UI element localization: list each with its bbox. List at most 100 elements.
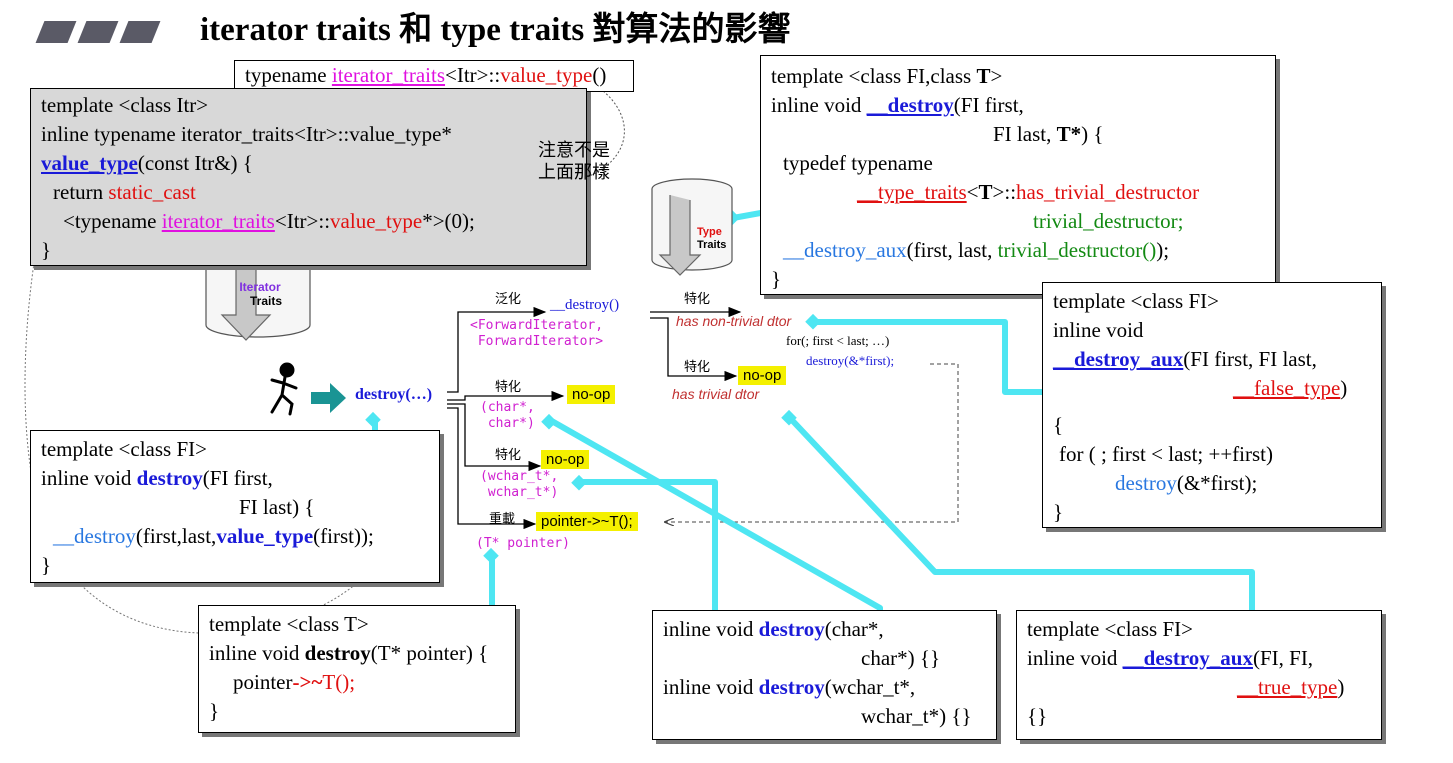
iterator-traits-l1: Iterator bbox=[239, 280, 281, 294]
dg-l5-t: T bbox=[978, 180, 993, 204]
vt-line-2: inline typename iterator_traits<Itr>::va… bbox=[41, 122, 452, 146]
trivial-label: has trivial dtor bbox=[672, 386, 760, 402]
dr-line-5: } bbox=[41, 553, 52, 577]
dat-l2-a: inline void bbox=[1027, 646, 1123, 670]
dp-line-1: template <class T> bbox=[209, 612, 369, 636]
box-destroy-range: template <class FI> inline void destroy(… bbox=[30, 430, 440, 583]
note-not-above: 注意不是 上面那樣 bbox=[538, 140, 610, 184]
vt-l5-a: <typename bbox=[63, 209, 162, 233]
vt-line-3-rest: (const Itr&) { bbox=[137, 151, 253, 175]
dr-line-3: FI last) { bbox=[239, 495, 315, 519]
dr-fn-name: destroy bbox=[136, 466, 203, 490]
box-value-type: template <class Itr> inline typename ite… bbox=[30, 88, 587, 266]
daf-l4-p: ) bbox=[1340, 376, 1348, 400]
generic-args: <ForwardIterator, ForwardIterator> bbox=[470, 318, 604, 349]
vt-line-3: value_type(const Itr&) { bbox=[41, 149, 576, 178]
daf-line-4: __false_type) bbox=[1053, 374, 1371, 403]
vt-l5-c: *>(0); bbox=[422, 209, 475, 233]
dr-l4-a: (first,last, bbox=[135, 524, 217, 548]
dr-line-2: inline void destroy(FI first, bbox=[41, 464, 429, 493]
dc-l1-fn: destroy bbox=[758, 617, 825, 641]
dg-l1-b: > bbox=[990, 64, 1003, 88]
destroy-call: destroy(…) bbox=[355, 386, 433, 403]
dg-line-4: typedef typename bbox=[783, 151, 933, 175]
noop-trivial: no-op bbox=[738, 366, 787, 385]
note-line-1: 注意不是 bbox=[538, 140, 610, 161]
dg-line-3: FI last, T*) { bbox=[771, 120, 1265, 149]
dc-l1-b: (char*, bbox=[824, 617, 884, 641]
daf-false-type: __false_type bbox=[1233, 376, 1341, 400]
dr-l4-vt: value_type bbox=[216, 524, 314, 548]
dg-l5-traits: __type_traits bbox=[857, 180, 967, 204]
vt-line-4: return static_cast bbox=[41, 178, 576, 207]
dc-l3-b: (wchar_t*, bbox=[824, 675, 916, 699]
dg-line-2: inline void __destroy(FI first, bbox=[771, 91, 1265, 120]
dg-l5-a: < bbox=[966, 180, 979, 204]
daf-line-7: destroy(&*first); bbox=[1053, 469, 1371, 498]
dr-l2-a: inline void bbox=[41, 466, 137, 490]
daf-line-5: { bbox=[1053, 413, 1064, 437]
dp-l2-a: inline void bbox=[209, 641, 305, 665]
dg-fn-name: __destroy bbox=[866, 93, 954, 117]
dp-l3-a: pointer bbox=[233, 670, 293, 694]
daf-l3-rest: (FI first, FI last, bbox=[1183, 347, 1317, 371]
dr-line-4: __destroy(first,last,value_type(first)); bbox=[41, 522, 429, 551]
loop-line-1: for(; first < last; …) bbox=[786, 333, 890, 348]
dg-l7-td: trivial_destructor() bbox=[997, 238, 1157, 262]
dat-line-2: inline void __destroy_aux(FI, FI, bbox=[1027, 644, 1371, 673]
generic-fn: __destroy() bbox=[550, 297, 620, 313]
dp-line-4: } bbox=[209, 699, 220, 723]
dr-l4-fn: __destroy bbox=[53, 524, 136, 548]
dc-line-2: char*) {} bbox=[861, 646, 941, 670]
dg-l1-t: T bbox=[976, 64, 991, 88]
dc-l3-a: inline void bbox=[663, 675, 759, 699]
daf-fn-name: __destroy_aux bbox=[1053, 347, 1184, 371]
char-args: (char*, char*) bbox=[480, 400, 535, 431]
dat-line-3: __true_type) bbox=[1027, 673, 1371, 702]
wchar-args: (wchar_t*, wchar_t*) bbox=[480, 469, 559, 500]
daf-l7-fn: destroy bbox=[1115, 471, 1177, 495]
daf-line-1: template <class FI> bbox=[1053, 289, 1219, 313]
noop-wchar: no-op bbox=[541, 450, 590, 469]
dg-line-1: template <class FI,class T> bbox=[771, 62, 1265, 91]
daf-l7-rest: (&*first); bbox=[1176, 471, 1258, 495]
dg-line-6: trivial_destructor; bbox=[1033, 209, 1184, 233]
note-line-2: 上面那樣 bbox=[538, 162, 610, 183]
vt-fn-name: value_type bbox=[41, 151, 138, 175]
dat-line-4: {} bbox=[1027, 704, 1048, 728]
daf-line-3: __destroy_aux(FI first, FI last, bbox=[1053, 345, 1371, 374]
dc-l3-fn: destroy bbox=[758, 675, 825, 699]
daf-line-2: inline void bbox=[1053, 318, 1144, 342]
running-figure bbox=[270, 362, 298, 416]
dg-l3-b: ) { bbox=[1081, 122, 1104, 146]
vt-static-cast: static_cast bbox=[108, 180, 196, 204]
callout-paren: () bbox=[592, 63, 607, 87]
type-traits-l2: Traits bbox=[697, 239, 727, 251]
box-destroy-generic: template <class FI,class T> inline void … bbox=[760, 55, 1276, 295]
box-destroy-char: inline void destroy(char*, char*) {} inl… bbox=[652, 610, 997, 740]
loop-line-2: destroy(&*first); bbox=[806, 353, 895, 368]
dg-l7-a: (first, last, bbox=[906, 238, 998, 262]
dg-l1-a: template <class FI,class bbox=[771, 64, 977, 88]
vt-l5-traits: iterator_traits bbox=[161, 209, 275, 233]
spec1-label: 特化 bbox=[495, 380, 522, 395]
dg-l5-b: >:: bbox=[992, 180, 1017, 204]
pointer-call: pointer->~T(); bbox=[536, 512, 638, 531]
box-destroy-aux-true: template <class FI> inline void __destro… bbox=[1016, 610, 1382, 740]
iterator-traits-l2: Traits bbox=[250, 294, 283, 308]
noop-char: no-op bbox=[567, 385, 616, 404]
callout-traits: iterator_traits bbox=[331, 63, 446, 87]
iterator-traits-label: Iterator Traits bbox=[238, 280, 282, 308]
dg-l2-a: inline void bbox=[771, 93, 867, 117]
dc-line-4: wchar_t*) {} bbox=[861, 704, 972, 728]
dg-l7-b: ); bbox=[1156, 238, 1170, 262]
type-traits-l1: Type bbox=[697, 226, 722, 238]
dr-l2-b: (FI first, bbox=[202, 466, 273, 490]
dat-fn-name: __destroy_aux bbox=[1122, 646, 1253, 670]
dp-l3-arrow: ->~ bbox=[292, 670, 323, 694]
box-destroy-aux-false: template <class FI> inline void __destro… bbox=[1042, 282, 1382, 528]
box-destroy-pointer: template <class T> inline void destroy(T… bbox=[198, 605, 516, 733]
dp-fn-name: destroy bbox=[304, 641, 371, 665]
teal-arrow bbox=[311, 383, 346, 413]
dg-line-7: __destroy_aux(first, last, trivial_destr… bbox=[771, 236, 1265, 265]
